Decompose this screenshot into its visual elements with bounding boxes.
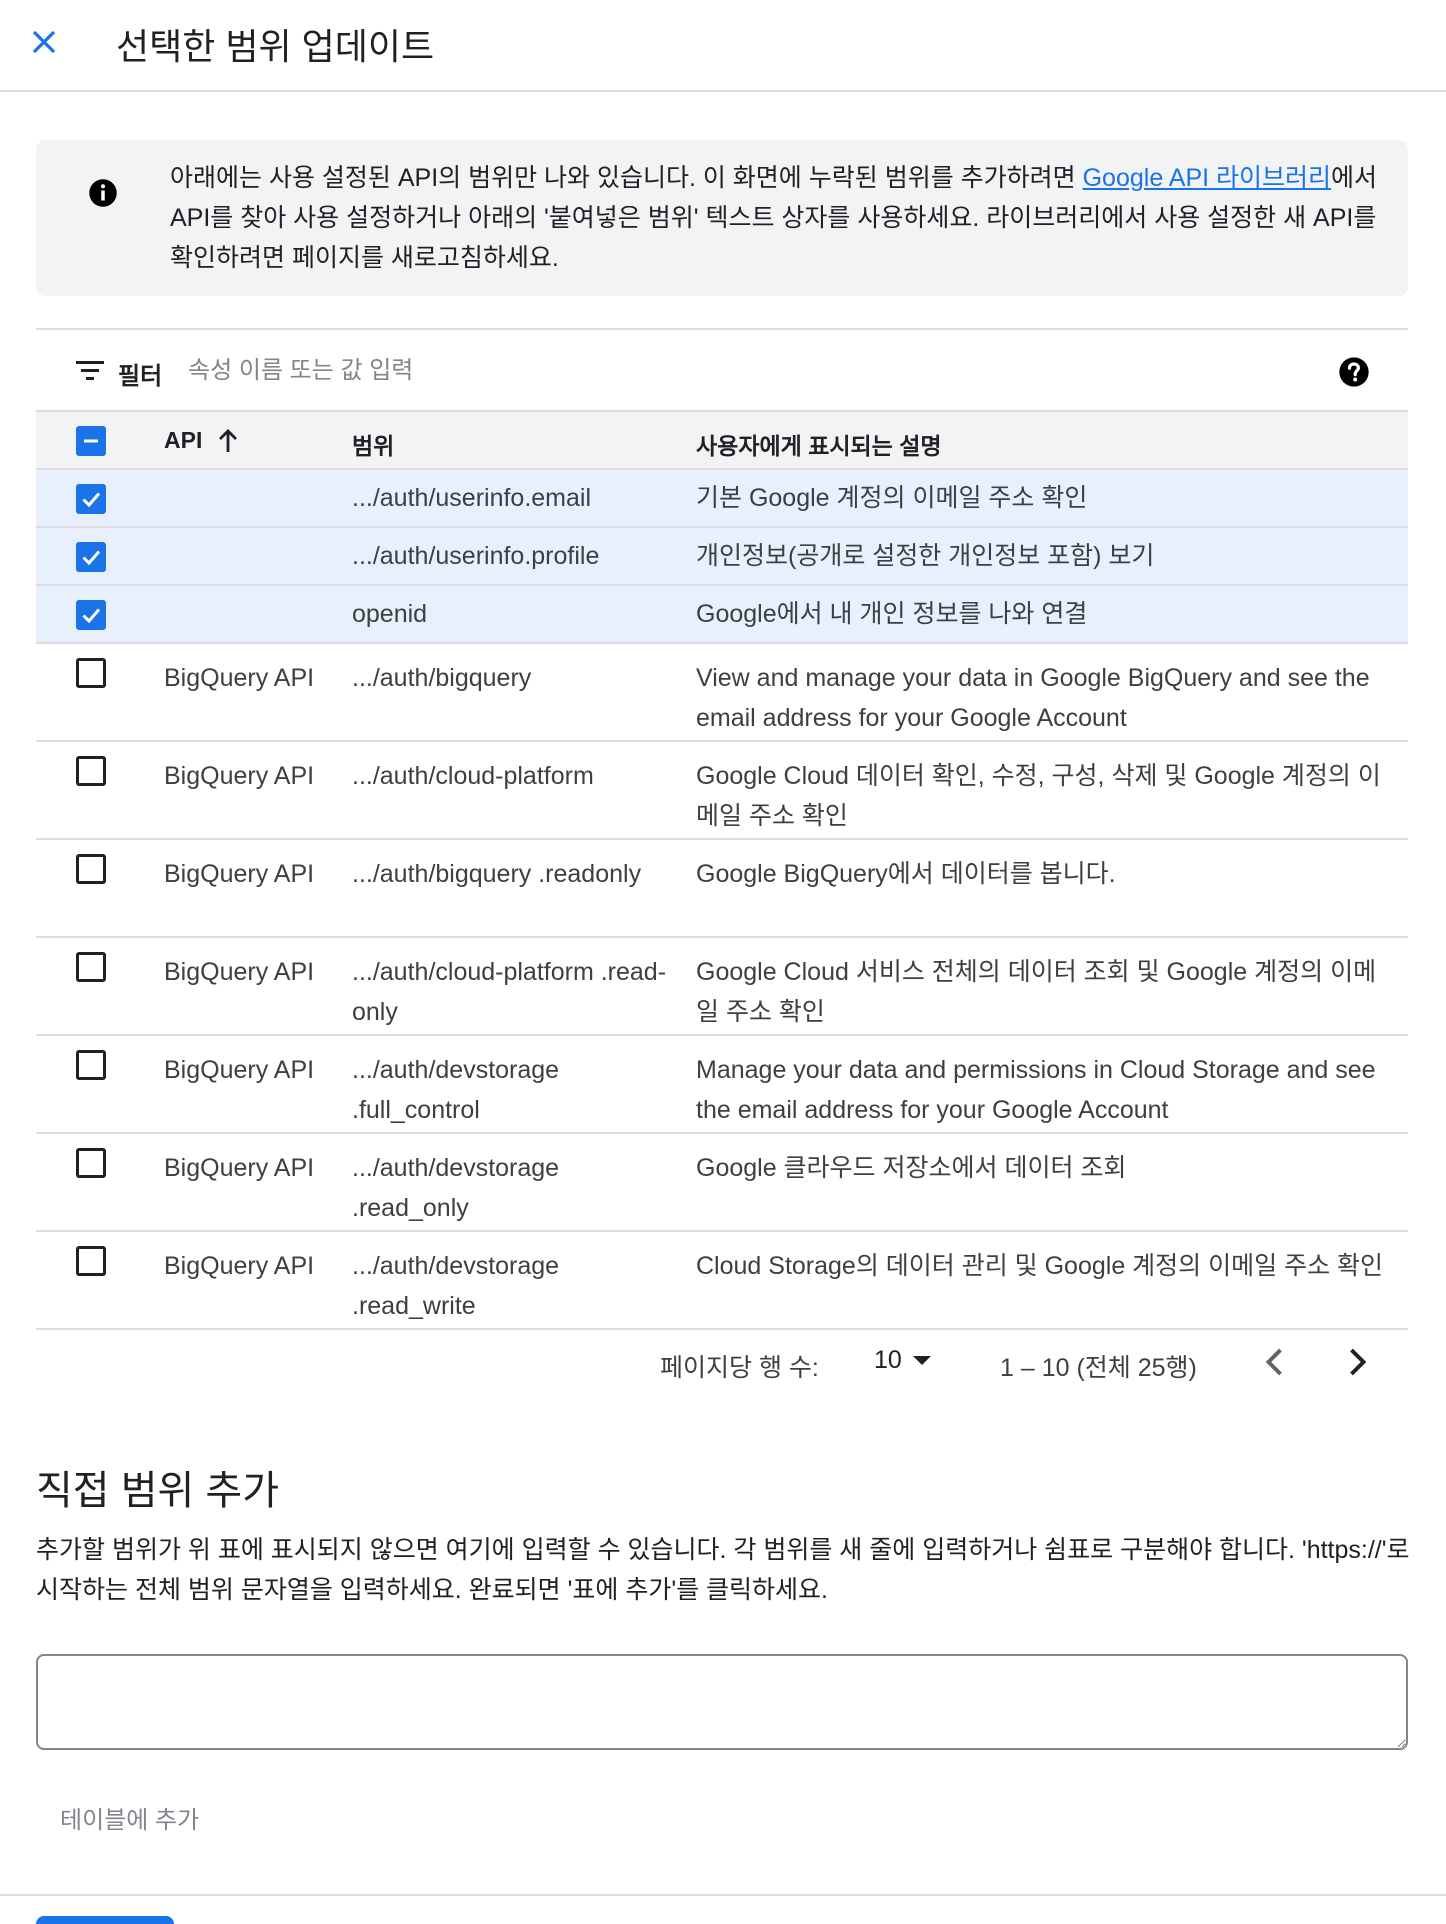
- row-checkbox[interactable]: [76, 542, 106, 572]
- chevron-right-icon[interactable]: [1338, 1344, 1374, 1380]
- cell-scope: .../auth/cloud-platform .read-only: [352, 958, 667, 1026]
- table-row[interactable]: .../auth/userinfo.profile 개인정보(공개로 설정한 개인…: [36, 528, 1408, 586]
- row-checkbox[interactable]: [76, 484, 106, 514]
- row-checkbox[interactable]: [76, 1246, 106, 1276]
- table-row[interactable]: .../auth/userinfo.email 기본 Google 계정의 이메일…: [36, 470, 1408, 528]
- row-checkbox[interactable]: [76, 600, 106, 630]
- row-checkbox[interactable]: [76, 756, 106, 786]
- table-header: API 범위 사용자에게 표시되는 설명: [36, 412, 1408, 470]
- row-checkbox[interactable]: [76, 1148, 106, 1178]
- cell-api: BigQuery API: [164, 958, 315, 986]
- cell-scope: .../auth/devstorage .read_only: [352, 1154, 560, 1222]
- rows-per-page-select[interactable]: 10: [874, 1346, 932, 1375]
- rows-per-page-label: 페이지당 행 수:: [660, 1354, 819, 1382]
- footer-divider: [0, 1894, 1446, 1896]
- row-checkbox[interactable]: [76, 854, 106, 884]
- cell-scope: .../auth/bigquery: [352, 664, 532, 692]
- cell-description: Google Cloud 데이터 확인, 수정, 구성, 삭제 및 Google…: [696, 762, 1381, 830]
- info-text: 아래에는 사용 설정된 API의 범위만 나와 있습니다. 이 화면에 누락된 …: [170, 158, 1396, 278]
- cell-scope: .../auth/userinfo.profile: [352, 542, 600, 570]
- manual-scope-description: 추가할 범위가 위 표에 표시되지 않으면 여기에 입력할 수 있습니다. 각 …: [36, 1536, 1410, 1604]
- update-button[interactable]: [36, 1916, 174, 1924]
- add-to-table-button[interactable]: 테이블에 추가: [42, 1792, 217, 1843]
- cell-description: View and manage your data in Google BigQ…: [696, 664, 1370, 732]
- cell-description: Manage your data and permissions in Clou…: [696, 1056, 1376, 1124]
- close-button[interactable]: [24, 22, 64, 62]
- close-icon[interactable]: [29, 27, 59, 57]
- table-body: .../auth/userinfo.email 기본 Google 계정의 이메일…: [36, 470, 1408, 1330]
- manual-scope-textarea[interactable]: [36, 1654, 1408, 1750]
- column-header-scope[interactable]: 범위: [352, 427, 672, 461]
- cell-api: BigQuery API: [164, 1154, 315, 1182]
- cell-description: Cloud Storage의 데이터 관리 및 Google 계정의 이메일 주…: [696, 1252, 1384, 1280]
- table-row[interactable]: BigQuery API .../auth/cloud-platform .rea…: [36, 938, 1408, 1036]
- page-range: 1 – 10 (전체 25행): [1000, 1354, 1197, 1382]
- column-header-api-label: API: [164, 427, 203, 453]
- api-library-link[interactable]: Google API 라이브러리: [1083, 164, 1331, 192]
- cell-scope: .../auth/bigquery .readonly: [352, 860, 642, 888]
- chevron-left-icon[interactable]: [1258, 1344, 1294, 1380]
- page-title: 선택한 범위 업데이트: [116, 26, 435, 67]
- table-row[interactable]: BigQuery API .../auth/bigquery .readonly G…: [36, 840, 1408, 938]
- cell-api: BigQuery API: [164, 860, 315, 888]
- cell-description: Google BigQuery에서 데이터를 봅니다.: [696, 860, 1116, 888]
- info-banner: 아래에는 사용 설정된 API의 범위만 나와 있습니다. 이 화면에 누락된 …: [36, 140, 1408, 296]
- cell-scope: .../auth/devstorage .read_write: [352, 1252, 560, 1320]
- cell-api: BigQuery API: [164, 1056, 315, 1084]
- table-row[interactable]: openid Google에서 내 개인 정보를 나와 연결: [36, 586, 1408, 644]
- scopes-table: 필터 API 범위 사용자에게 표시되는 설명 .../auth/userinf…: [36, 328, 1408, 1330]
- cell-api: BigQuery API: [164, 664, 315, 692]
- check-icon: [82, 550, 101, 566]
- cell-description: Google에서 내 개인 정보를 나와 연결: [696, 600, 1088, 628]
- cell-scope: openid: [352, 600, 428, 628]
- table-row[interactable]: BigQuery API .../auth/devstorage .read_on…: [36, 1134, 1408, 1232]
- cell-scope: .../auth/userinfo.email: [352, 484, 592, 512]
- column-header-description[interactable]: 사용자에게 표시되는 설명: [696, 427, 1396, 461]
- manual-scope-title: 직접 범위 추가: [36, 1469, 280, 1513]
- check-icon: [82, 608, 101, 624]
- dropdown-arrow-icon: [912, 1355, 931, 1365]
- cell-description: Google 클라우드 저장소에서 데이터 조회: [696, 1154, 1127, 1182]
- rows-per-page-value: 10: [874, 1346, 902, 1374]
- cell-api: BigQuery API: [164, 1252, 315, 1280]
- pagination: 페이지당 행 수: 10 1 – 10 (전체 25행): [36, 1330, 1408, 1394]
- column-header-api[interactable]: API: [164, 427, 334, 454]
- filter-label: 필터: [118, 363, 163, 390]
- info-text-before: 아래에는 사용 설정된 API의 범위만 나와 있습니다. 이 화면에 누락된 …: [170, 164, 1083, 192]
- cell-scope: .../auth/devstorage .full_control: [352, 1056, 560, 1124]
- arrow-up-icon[interactable]: [216, 428, 240, 454]
- dialog-header: 선택한 범위 업데이트: [0, 0, 1446, 92]
- filter-bar: 필터: [36, 330, 1408, 412]
- cell-api: BigQuery API: [164, 762, 315, 790]
- table-row[interactable]: BigQuery API .../auth/cloud-platform Googl…: [36, 742, 1408, 840]
- row-checkbox[interactable]: [76, 1050, 106, 1080]
- cell-description: 기본 Google 계정의 이메일 주소 확인: [696, 484, 1088, 512]
- cell-scope: .../auth/cloud-platform: [352, 762, 594, 790]
- row-checkbox[interactable]: [76, 952, 106, 982]
- row-checkbox[interactable]: [76, 658, 106, 688]
- cell-description: 개인정보(공개로 설정한 개인정보 포함) 보기: [696, 542, 1155, 570]
- table-row[interactable]: BigQuery API .../auth/devstorage .read_wr…: [36, 1232, 1408, 1330]
- filter-input[interactable]: [188, 354, 1188, 388]
- table-row[interactable]: BigQuery API .../auth/bigquery View and ma…: [36, 644, 1408, 742]
- cell-description: Google Cloud 서비스 전체의 데이터 조회 및 Google 계정의…: [696, 958, 1377, 1026]
- check-icon: [82, 492, 101, 508]
- help-icon[interactable]: [1338, 356, 1370, 388]
- select-all-checkbox[interactable]: [76, 426, 106, 456]
- filter-icon[interactable]: [76, 358, 104, 382]
- table-row[interactable]: BigQuery API .../auth/devstorage .full_co…: [36, 1036, 1408, 1134]
- info-icon: [89, 179, 117, 207]
